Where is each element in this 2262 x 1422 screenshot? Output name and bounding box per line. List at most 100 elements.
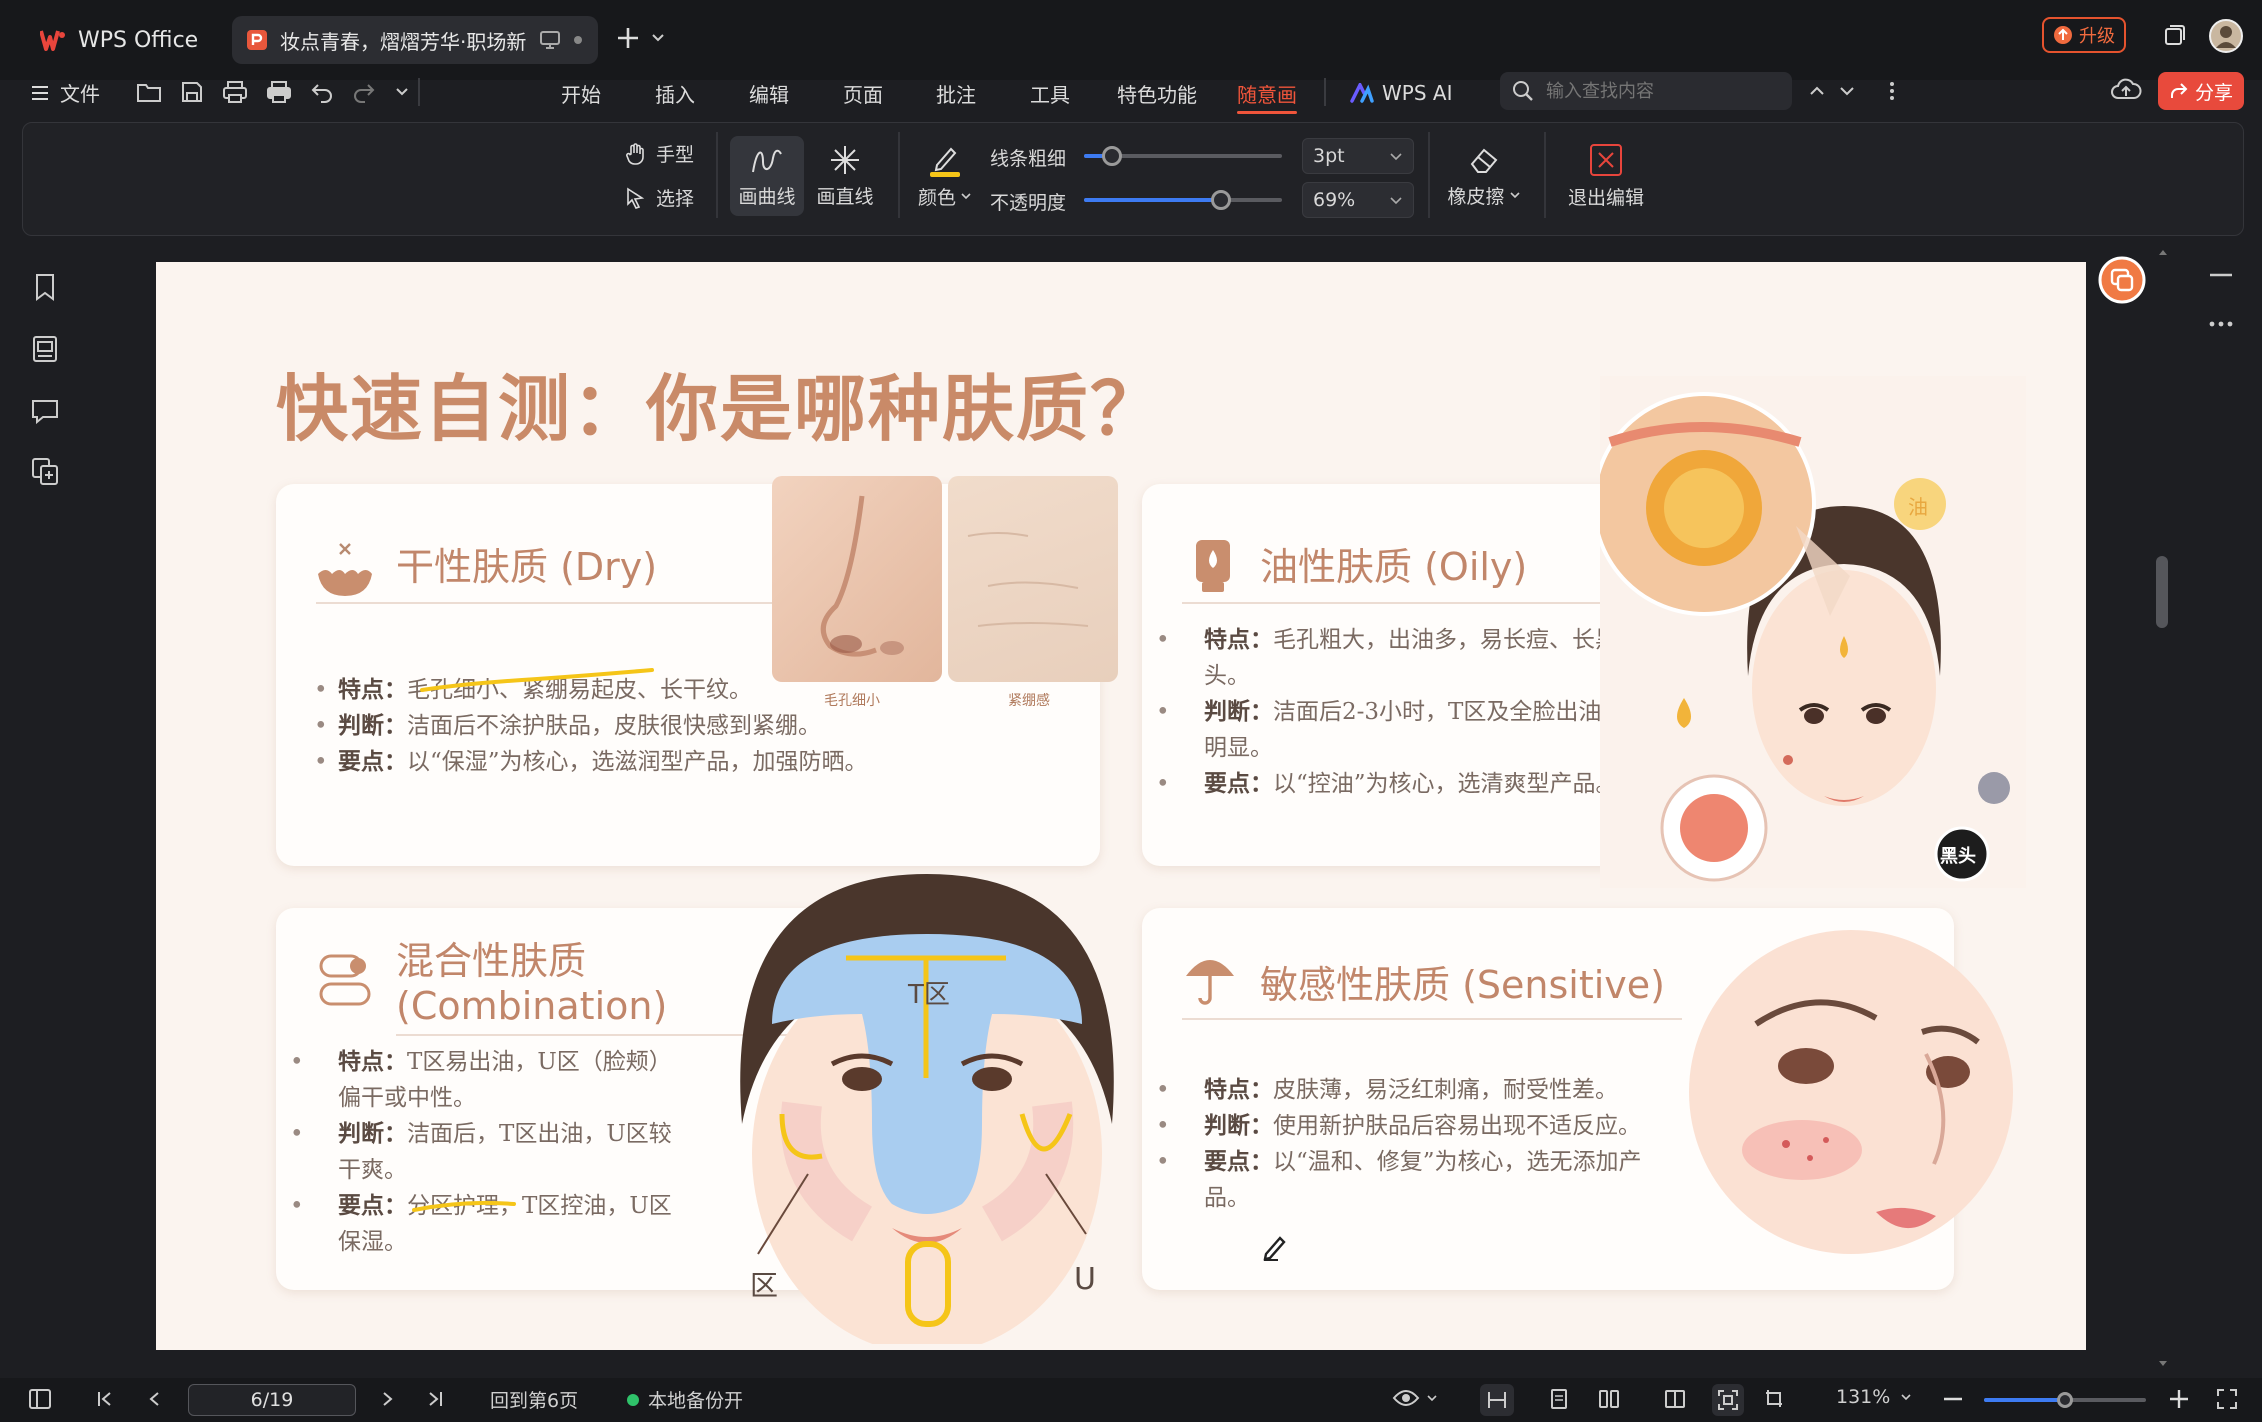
minimize-panel-icon[interactable] (2208, 272, 2234, 278)
print-icon[interactable] (266, 80, 292, 104)
sensitive-bullet-judge: • 判断：使用新护肤品后容易出现不适反应。 (1156, 1112, 1641, 1139)
combo-bullet-feature: • 特点：T区易出油，U区（脸颊）偏干或中性。 (290, 1048, 672, 1111)
draw-curve-button[interactable]: 画曲线 (730, 136, 804, 216)
scroll-up-arrow-icon[interactable] (2158, 248, 2168, 256)
wps-ai-label: WPS AI (1382, 81, 1453, 105)
line-width-dropdown[interactable]: 3pt (1302, 138, 1414, 174)
toggle-switch-icon (318, 952, 374, 1008)
fullscreen-icon[interactable] (2216, 1388, 2238, 1410)
eraser-button[interactable]: 橡皮擦 (1440, 136, 1528, 216)
exit-edit-button[interactable]: 退出编辑 (1556, 136, 1656, 216)
line-width-slider[interactable] (1084, 146, 1282, 166)
fit-page-button[interactable] (1712, 1384, 1744, 1416)
user-avatar[interactable] (2208, 18, 2244, 54)
color-picker-button[interactable]: 颜色 (910, 136, 980, 216)
tab-document[interactable]: 妆点青春，熠熠芳华·职场新 (232, 16, 598, 64)
freehand-annotation-underline-1[interactable] (418, 668, 658, 698)
select-tool-button[interactable]: 选择 (624, 184, 694, 211)
document-tab-title: 妆点青春，熠熠芳华·职场新 (280, 29, 527, 54)
sidebar-toggle-icon[interactable] (28, 1388, 52, 1410)
open-folder-icon[interactable] (136, 80, 162, 104)
single-page-view-icon[interactable] (1548, 1388, 1570, 1410)
view-mode-dropdown[interactable] (1392, 1388, 1438, 1408)
save-icon[interactable] (180, 80, 204, 104)
zoom-in-plus-icon[interactable] (2168, 1388, 2190, 1410)
exit-close-box-icon (1589, 143, 1623, 177)
compare-pages-icon[interactable] (30, 456, 60, 486)
undo-icon[interactable] (310, 80, 334, 104)
menu-tab-edit[interactable]: 编辑 (749, 76, 789, 110)
upgrade-button[interactable]: 升级 (2042, 17, 2126, 53)
view-chevron-down-icon (1426, 1392, 1438, 1404)
monitor-icon[interactable] (540, 31, 560, 49)
local-backup-status[interactable]: 本地备份开 (626, 1386, 743, 1413)
last-page-icon[interactable] (426, 1390, 444, 1408)
menu-tab-freehand[interactable]: 随意画 (1237, 76, 1297, 114)
floating-assistant-icon[interactable] (2098, 256, 2146, 304)
line-width-slider-knob[interactable] (1101, 146, 1122, 166)
goto-page-link[interactable]: 回到第6页 (490, 1386, 578, 1413)
freehand-annotation-underline-2[interactable] (410, 1196, 520, 1216)
thumbnail-panel-icon[interactable] (30, 334, 60, 364)
cursor-arrow-icon (624, 186, 648, 210)
more-horizontal-icon[interactable] (2208, 320, 2234, 328)
u-zone-left-label: 区 (750, 1269, 779, 1302)
new-tab-plus-icon[interactable] (614, 24, 642, 52)
search-prev-chevron-up-icon[interactable] (1808, 82, 1826, 100)
next-page-icon[interactable] (378, 1390, 396, 1408)
search-input[interactable] (1546, 80, 1766, 102)
bookmark-icon[interactable] (30, 272, 60, 302)
freehand-toolbar (22, 122, 2244, 236)
redo-icon[interactable] (352, 80, 376, 104)
comment-icon[interactable] (30, 396, 60, 426)
menu-tab-tools[interactable]: 工具 (1030, 76, 1070, 110)
more-chevron-down-icon[interactable] (394, 84, 410, 100)
zoom-slider-fill (1984, 1398, 2065, 1402)
fit-page-icon (1717, 1389, 1739, 1411)
opacity-slider-knob[interactable] (1210, 190, 1231, 210)
menu-tab-page[interactable]: 页面 (843, 76, 883, 110)
opacity-dropdown[interactable]: 69% (1302, 182, 1414, 218)
menu-tab-comment[interactable]: 批注 (936, 76, 976, 110)
cloud-sync-icon[interactable] (2110, 76, 2142, 104)
combination-card-title-line1: 混合性肤质 (396, 939, 587, 983)
draw-line-button[interactable]: 画直线 (808, 136, 882, 216)
search-box[interactable] (1500, 72, 1792, 110)
menu-tab-features[interactable]: 特色功能 (1117, 76, 1197, 110)
line-width-label: 线条粗细 (990, 148, 1067, 170)
prev-page-icon[interactable] (146, 1390, 164, 1408)
opacity-slider[interactable] (1084, 190, 1282, 210)
menu-tab-start[interactable]: 开始 (561, 76, 601, 110)
share-button[interactable]: 分享 (2158, 72, 2244, 110)
zoom-out-minus-icon[interactable] (1942, 1390, 1964, 1408)
app-name: WPS Office (78, 27, 199, 53)
zoom-slider[interactable] (1984, 1392, 2146, 1408)
zoom-dropdown[interactable]: 131% (1836, 1386, 1912, 1408)
crop-view-icon[interactable] (1764, 1388, 1786, 1410)
page-number-input[interactable] (188, 1384, 356, 1416)
zoom-slider-knob[interactable] (2057, 1392, 2073, 1408)
file-menu-label: 文件 (60, 82, 100, 106)
eye-icon (1392, 1388, 1420, 1408)
toolbar-divider-4 (1544, 132, 1546, 218)
book-view-icon[interactable] (1664, 1388, 1686, 1410)
first-page-icon[interactable] (96, 1390, 114, 1408)
slide-canvas[interactable]: 快速自测：你是哪种肤质？ 干性肤质 (Dry) • 特点：毛孔细小、紧绷易起皮、长… (156, 262, 2086, 1350)
two-page-view-icon[interactable] (1598, 1388, 1620, 1410)
vertical-scrollbar-thumb[interactable] (2156, 556, 2168, 628)
scroll-down-arrow-icon[interactable] (2158, 1360, 2168, 1368)
search-next-chevron-down-icon[interactable] (1838, 82, 1856, 100)
window-restore-icon[interactable] (2162, 22, 2188, 48)
more-vertical-icon[interactable] (1888, 80, 1896, 102)
sensitive-bullet-feature: • 特点：皮肤薄，易泛红刺痛，耐受性差。 (1156, 1076, 1618, 1103)
file-menu[interactable]: 文件 (30, 78, 100, 107)
print-preview-icon[interactable] (222, 80, 248, 104)
fit-width-button[interactable] (1480, 1384, 1514, 1416)
tab-list-chevron-down-icon[interactable] (650, 30, 666, 46)
wps-ai-button[interactable]: WPS AI (1350, 76, 1452, 110)
tab-home[interactable]: WPS Office (40, 18, 198, 62)
menu-tab-insert[interactable]: 插入 (655, 76, 695, 110)
tab-close-dot-icon[interactable] (572, 34, 584, 46)
wps-ai-logo-icon (1350, 83, 1374, 103)
hand-tool-button[interactable]: 手型 (624, 140, 694, 167)
